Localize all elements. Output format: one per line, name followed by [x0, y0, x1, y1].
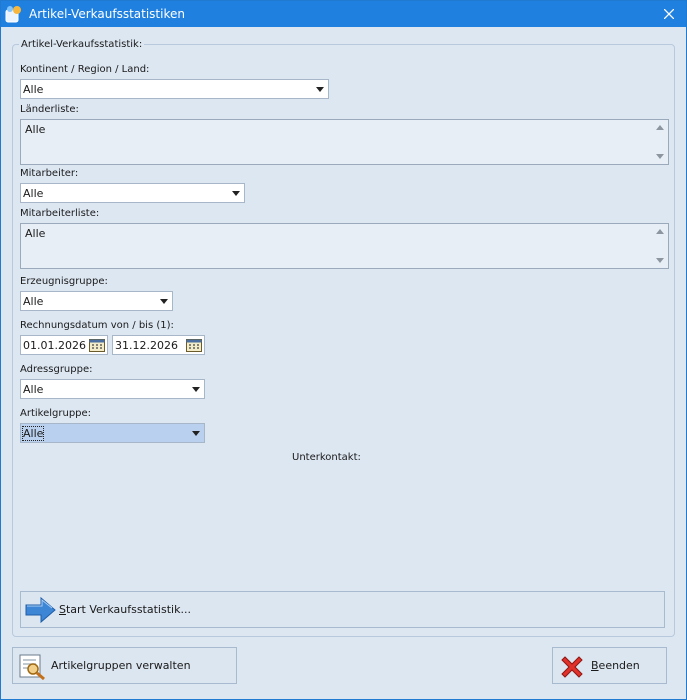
address-group-value: Alle	[23, 383, 44, 396]
employee-value: Alle	[23, 187, 44, 200]
article-group-label: Artikelgruppe:	[20, 408, 92, 419]
product-group-combobox[interactable]: Alle	[20, 291, 173, 311]
group-legend: Artikel-Verkaufsstatistik:	[21, 39, 143, 50]
manage-button-label: Artikelgruppen verwalten	[51, 659, 191, 672]
start-statistics-button[interactable]: Start Verkaufsstatistik...	[20, 591, 665, 628]
list-item[interactable]: Alle	[25, 123, 45, 136]
address-group-label: Adressgruppe:	[20, 364, 93, 375]
scrollbar[interactable]	[652, 120, 668, 164]
employee-combobox[interactable]: Alle	[20, 183, 245, 203]
list-item[interactable]: Alle	[25, 227, 45, 240]
chevron-down-icon[interactable]	[312, 80, 328, 98]
date-from-value: 01.01.2026	[23, 339, 86, 352]
dialog-client: Artikel-Verkaufsstatistik: Kontinent / R…	[1, 27, 686, 699]
product-group-label: Erzeugnisgruppe:	[20, 276, 108, 287]
start-button-label: tart Verkaufsstatistik...	[65, 603, 191, 616]
scroll-up-icon[interactable]	[656, 229, 664, 234]
app-icon	[5, 6, 21, 23]
invoice-date-label: Rechnungsdatum von / bis (1):	[20, 320, 174, 331]
address-group-combobox[interactable]: Alle	[20, 379, 205, 399]
chevron-down-icon[interactable]	[228, 184, 244, 202]
chevron-down-icon[interactable]	[156, 292, 172, 310]
date-to-field[interactable]: 31.12.2026	[112, 335, 205, 355]
region-combobox[interactable]: Alle	[20, 79, 329, 99]
manage-article-groups-button[interactable]: Artikelgruppen verwalten	[12, 647, 237, 684]
scroll-up-icon[interactable]	[656, 125, 664, 130]
start-mnemonic: S	[59, 603, 66, 616]
close-red-icon	[561, 656, 583, 678]
product-group-value: Alle	[23, 295, 44, 308]
calendar-icon[interactable]	[89, 338, 105, 352]
employee-label: Mitarbeiter:	[20, 168, 79, 179]
exit-button-label: eenden	[598, 659, 640, 672]
scrollbar[interactable]	[652, 224, 668, 268]
exit-button[interactable]: Beenden	[552, 647, 667, 684]
employee-listbox[interactable]: Alle	[20, 223, 669, 269]
date-from-field[interactable]: 01.01.2026	[20, 335, 108, 355]
subcontact-label: Unterkontakt:	[292, 452, 361, 463]
article-group-combobox[interactable]: Alle	[20, 423, 205, 443]
region-label: Kontinent / Region / Land:	[20, 64, 150, 75]
article-group-value: Alle	[21, 426, 45, 441]
dialog-window: Artikel-Verkaufsstatistiken Artikel-Verk…	[0, 0, 687, 700]
chevron-down-icon[interactable]	[188, 424, 204, 442]
date-to-value: 31.12.2026	[115, 339, 178, 352]
region-value: Alle	[23, 83, 44, 96]
title-bar: Artikel-Verkaufsstatistiken	[1, 1, 686, 27]
scroll-down-icon[interactable]	[656, 258, 664, 263]
close-icon	[664, 9, 674, 19]
window-title: Artikel-Verkaufsstatistiken	[29, 7, 185, 21]
chevron-down-icon[interactable]	[188, 380, 204, 398]
exit-mnemonic: B	[591, 659, 599, 672]
arrow-right-icon	[25, 596, 56, 624]
close-button[interactable]	[652, 1, 686, 27]
employee-list-label: Mitarbeiterliste:	[20, 208, 100, 219]
search-edit-icon	[19, 654, 45, 680]
country-list-label: Länderliste:	[20, 104, 79, 115]
calendar-icon[interactable]	[186, 338, 202, 352]
country-listbox[interactable]: Alle	[20, 119, 669, 165]
scroll-down-icon[interactable]	[656, 154, 664, 159]
